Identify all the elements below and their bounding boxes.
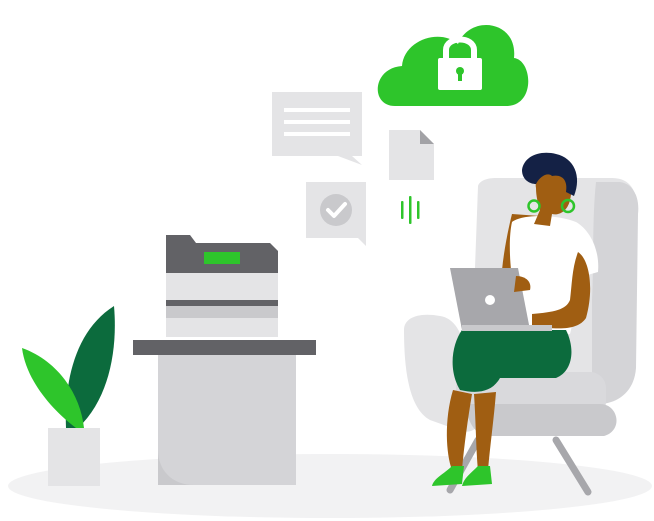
transfer-lines-icon <box>401 196 420 224</box>
floor-shadow <box>8 454 652 518</box>
checkmark-bubble-icon <box>306 182 366 246</box>
printer-stand <box>133 340 316 485</box>
printer-icon <box>166 235 278 337</box>
cloud-lock-icon <box>377 24 529 106</box>
laptop-logo-icon <box>485 295 495 305</box>
office-illustration <box>8 24 652 518</box>
potted-plant-icon <box>22 306 115 486</box>
document-icon <box>389 130 434 180</box>
chat-bubble-icon <box>272 92 362 165</box>
